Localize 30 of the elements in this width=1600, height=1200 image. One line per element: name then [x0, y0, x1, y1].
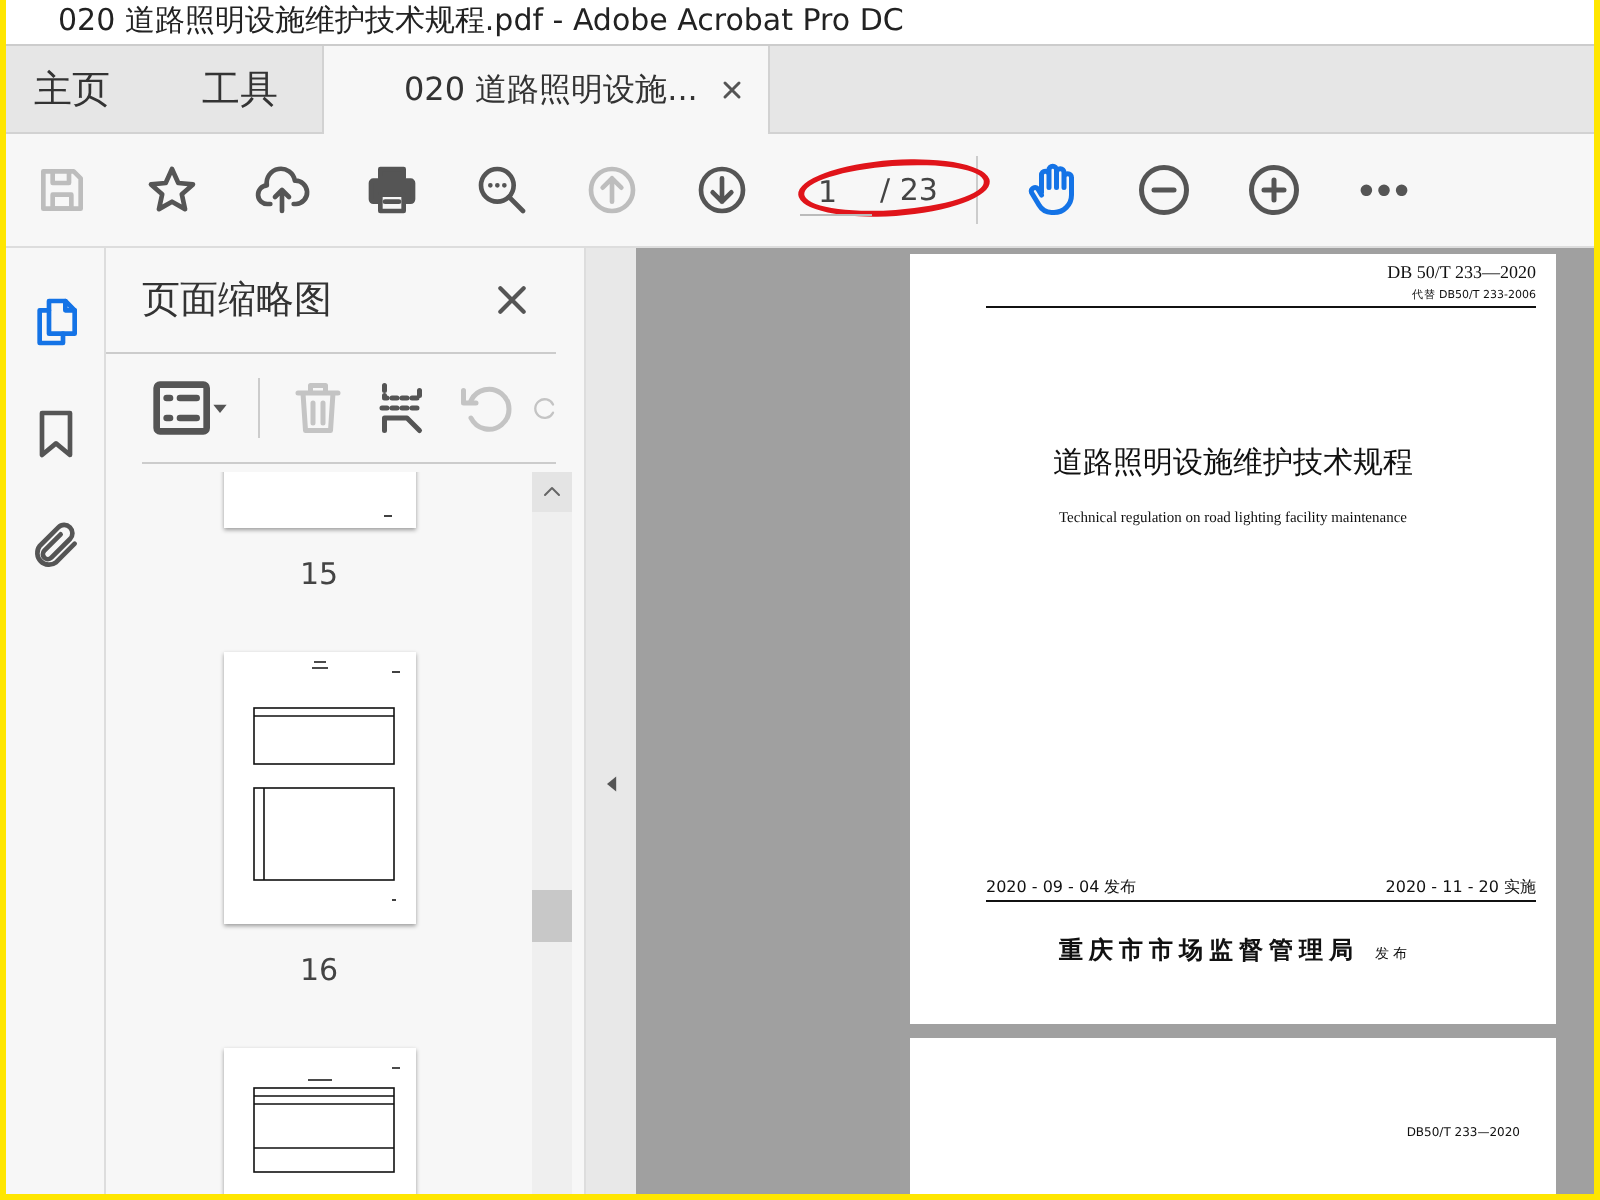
- arrow-down-circle-icon: [693, 162, 749, 218]
- arrow-up-circle-icon: [583, 162, 639, 218]
- print-icon: [363, 162, 419, 218]
- scrollbar-thumb[interactable]: [532, 890, 572, 942]
- more-icon: [1359, 183, 1407, 197]
- collapse-handle[interactable]: [586, 248, 636, 1194]
- document-tab[interactable]: 020 道路照明设施...: [322, 46, 770, 134]
- window-title: 020 道路照明设施维护技术规程.pdf - Adobe Acrobat Pro DC: [58, 2, 904, 38]
- page-thumbnail[interactable]: [223, 652, 415, 924]
- panel-title: 页面缩略图: [142, 276, 332, 326]
- star-icon: [143, 162, 199, 218]
- cloud-upload-icon: [253, 162, 309, 218]
- page-total: / 23: [880, 172, 938, 208]
- issue-date: 2020 - 09 - 04 发布: [986, 876, 1137, 898]
- search-icon: [473, 162, 529, 218]
- publisher-name: 重庆市市场监督管理局: [1058, 934, 1359, 968]
- standard-number: DB 50/T 233—2020: [1387, 262, 1536, 282]
- document-title: 道路照明设施维护技术规程: [1053, 444, 1413, 482]
- page-number-label: 16: [299, 952, 339, 988]
- close-icon[interactable]: [492, 280, 532, 320]
- scrollbar[interactable]: [532, 472, 572, 1194]
- zoom-in-icon: [1243, 160, 1303, 220]
- tab[interactable]: 工具: [174, 46, 278, 132]
- page-number-label: 15: [299, 556, 339, 592]
- effective-date: 2020 - 11 - 20 实施: [1385, 876, 1536, 898]
- page-number-field[interactable]: 1: [800, 165, 872, 215]
- zoom-out-icon: [1133, 160, 1193, 220]
- tab-label: 020 道路照明设施...: [404, 69, 698, 111]
- close-icon[interactable]: [720, 78, 744, 102]
- tab[interactable]: 主页: [6, 46, 110, 132]
